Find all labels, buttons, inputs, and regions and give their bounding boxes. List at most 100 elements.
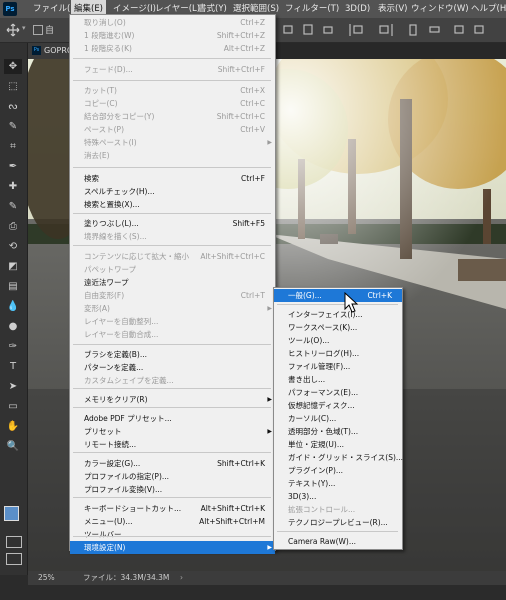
prefs-menu-item-16[interactable]: 拡張コントロール... [274,503,402,516]
align-buttons[interactable] [280,22,502,38]
edit-menu-item-6[interactable]: 結合部分をコピー(Y) Shift+Ctrl+C [70,110,275,123]
prefs-menu-item-9[interactable]: カーソル(C)... [274,412,402,425]
screen-mode-icon[interactable] [6,553,22,565]
edit-menu-item-21[interactable]: レイヤーを自動合成... [70,328,275,341]
prefs-menu-item-13[interactable]: プラグイン(P)... [274,464,402,477]
prefs-menu-item-10[interactable]: 透明部分・色域(T)... [274,425,402,438]
menubar-item-8[interactable]: 表示(V) [375,0,410,18]
blur-icon[interactable]: 💧 [4,299,22,314]
edit-menu-item-24[interactable]: カスタムシェイプを定義... [70,374,275,387]
edit-menu-item-10[interactable]: 検索 Ctrl+F [70,172,275,185]
dodge-icon[interactable]: ● [4,319,22,334]
edit-menu-item-25[interactable]: メモリをクリア(R) ▶ [70,393,275,406]
zoom-level[interactable]: 25% [38,571,55,585]
edit-menu-item-2[interactable]: 1 段階戻る(K) Alt+Ctrl+Z [70,42,275,55]
prefs-menu-item-12[interactable]: ガイド・グリッド・スライス(S)... [274,451,403,464]
eyedropper-icon[interactable]: ✒ [4,159,22,174]
menubar-item-10[interactable]: ヘルプ(H) [468,0,506,18]
edit-menu-item-14[interactable]: 境界線を描く(S)... [70,230,275,243]
quick-select-icon[interactable]: ✎ [4,119,22,134]
edit-menu-item-1[interactable]: 1 段階進む(W) Shift+Ctrl+Z [70,29,275,42]
edit-menu-item-4[interactable]: カット(T) Ctrl+X [70,84,275,97]
edit-menu-item-35[interactable]: 環境設定(N) ▶ [70,541,275,554]
eraser-icon[interactable]: ◩ [4,259,22,274]
edit-menu-item-29[interactable]: カラー設定(G)... Shift+Ctrl+K [70,457,275,470]
edit-menu-item-30[interactable]: プロファイルの指定(P)... [70,470,275,483]
submenu-arrow-icon: ▶ [267,139,272,146]
edit-menu-item-0[interactable]: 取り消し(O) Ctrl+Z [70,16,275,29]
prefs-menu-item-15[interactable]: 3D(3)... [274,490,402,503]
menu-item-label: パターンを定義... [84,363,144,372]
prefs-menu-item-8[interactable]: 仮想記憶ディスク... [274,399,402,412]
prefs-menu-item-11[interactable]: 単位・定規(U)... [274,438,402,451]
menu-item-shortcut: Ctrl+T [240,291,265,300]
prefs-menu-item-1[interactable]: インターフェイス(I)... [274,308,402,321]
edit-menu-item-16[interactable]: パペットワープ [70,263,275,276]
menubar-item-7[interactable]: 3D(D) [342,0,373,18]
auto-select-label: 自 [45,26,55,36]
prefs-menu-item-4[interactable]: ヒストリーログ(H)... [274,347,402,360]
brush-icon[interactable]: ✎ [4,199,22,214]
edit-menu-item-33[interactable]: メニュー(U)... Alt+Shift+Ctrl+M [70,515,275,528]
menu-item-label: ツールバー... [84,530,129,539]
quick-mask-icon[interactable] [6,536,22,548]
edit-menu-item-23[interactable]: パターンを定義... [70,361,275,374]
crop-icon[interactable]: ⌗ [4,139,22,154]
foreground-color-swatch[interactable] [4,506,19,521]
hand-icon[interactable]: ✋ [4,419,22,434]
zoom-icon[interactable]: 🔍 [4,439,22,454]
edit-menu-item-19[interactable]: 変形(A) ▶ [70,302,275,315]
marquee-icon[interactable]: ⬚ [4,79,22,94]
edit-menu-item-9[interactable]: 消去(E) [70,149,275,162]
submenu-arrow-icon: ▶ [267,396,272,403]
lasso-icon[interactable]: ᔓ [4,99,22,114]
menu-item-label: カット(T) [84,86,117,95]
edit-menu-item-32[interactable]: キーボードショートカット... Alt+Shift+Ctrl+K [70,502,275,515]
move-icon[interactable]: ✥ [4,59,22,74]
edit-menu-item-5[interactable]: コピー(C) Ctrl+C [70,97,275,110]
prefs-menu-item-3[interactable]: ツール(O)... [274,334,402,347]
type-icon[interactable]: T [4,359,22,374]
clone-stamp-icon[interactable]: ⎙ [4,219,22,234]
auto-select-checkbox[interactable] [33,25,43,35]
prefs-menu-item-14[interactable]: テキスト(Y)... [274,477,402,490]
edit-menu-item-31[interactable]: プロファイル変換(V)... [70,483,275,496]
chevron-down-icon[interactable]: ▾ [22,24,26,32]
menu-item-label: 1 段階戻る(K) [84,44,132,53]
edit-menu-item-8[interactable]: 特殊ペースト(I) ▶ [70,136,275,149]
prefs-menu-item-2[interactable]: ワークスペース(K)... [274,321,402,334]
edit-menu-item-22[interactable]: ブラシを定義(B)... [70,348,275,361]
menubar-item-9[interactable]: ウィンドウ(W) [408,0,472,18]
path-select-icon[interactable]: ➤ [4,379,22,394]
edit-menu-item-12[interactable]: 検索と置換(X)... [70,198,275,211]
chevron-right-icon[interactable]: › [180,571,183,585]
gradient-icon[interactable]: ▤ [4,279,22,294]
menu-item-shortcut: Alt+Shift+Ctrl+K [200,504,265,513]
edit-menu-item-3[interactable]: フェード(D)... Shift+Ctrl+F [70,63,275,76]
move-tool-icon[interactable] [6,23,20,37]
pen-icon[interactable]: ✑ [4,339,22,354]
menu-item-label: 結合部分をコピー(Y) [84,112,155,121]
prefs-menu-item-17[interactable]: テクノロジープレビュー(R)... [274,516,402,529]
prefs-menu-item-5[interactable]: ファイル管理(F)... [274,360,402,373]
edit-menu-item-34[interactable]: ツールバー... [70,528,275,541]
edit-menu-item-17[interactable]: 遠近法ワープ [70,276,275,289]
prefs-menu-item-18[interactable]: Camera Raw(W)... [274,535,402,548]
file-size-info: ファイル：34.3M/34.3M [83,573,170,582]
prefs-menu-item-7[interactable]: パフォーマンス(E)... [274,386,402,399]
edit-menu-item-26[interactable]: Adobe PDF プリセット... [70,412,275,425]
edit-menu-item-11[interactable]: スペルチェック(H)... [70,185,275,198]
edit-menu-item-7[interactable]: ペースト(P) Ctrl+V [70,123,275,136]
prefs-menu-item-0[interactable]: 一般(G)... Ctrl+K [274,289,402,302]
edit-menu-item-28[interactable]: リモート接続... [70,438,275,451]
edit-menu-item-18[interactable]: 自由変形(F) Ctrl+T [70,289,275,302]
edit-menu-item-20[interactable]: レイヤーを自動整列... [70,315,275,328]
edit-menu-item-27[interactable]: プリセット ▶ [70,425,275,438]
healing-brush-icon[interactable]: ✚ [4,179,22,194]
menubar-item-6[interactable]: フィルター(T) [282,0,342,18]
prefs-menu-item-6[interactable]: 書き出し... [274,373,402,386]
rectangle-icon[interactable]: ▭ [4,399,22,414]
edit-menu-item-13[interactable]: 塗りつぶし(L)... Shift+F5 [70,217,275,230]
history-brush-icon[interactable]: ⟲ [4,239,22,254]
edit-menu-item-15[interactable]: コンテンツに応じて拡大・縮小 Alt+Shift+Ctrl+C [70,250,275,263]
